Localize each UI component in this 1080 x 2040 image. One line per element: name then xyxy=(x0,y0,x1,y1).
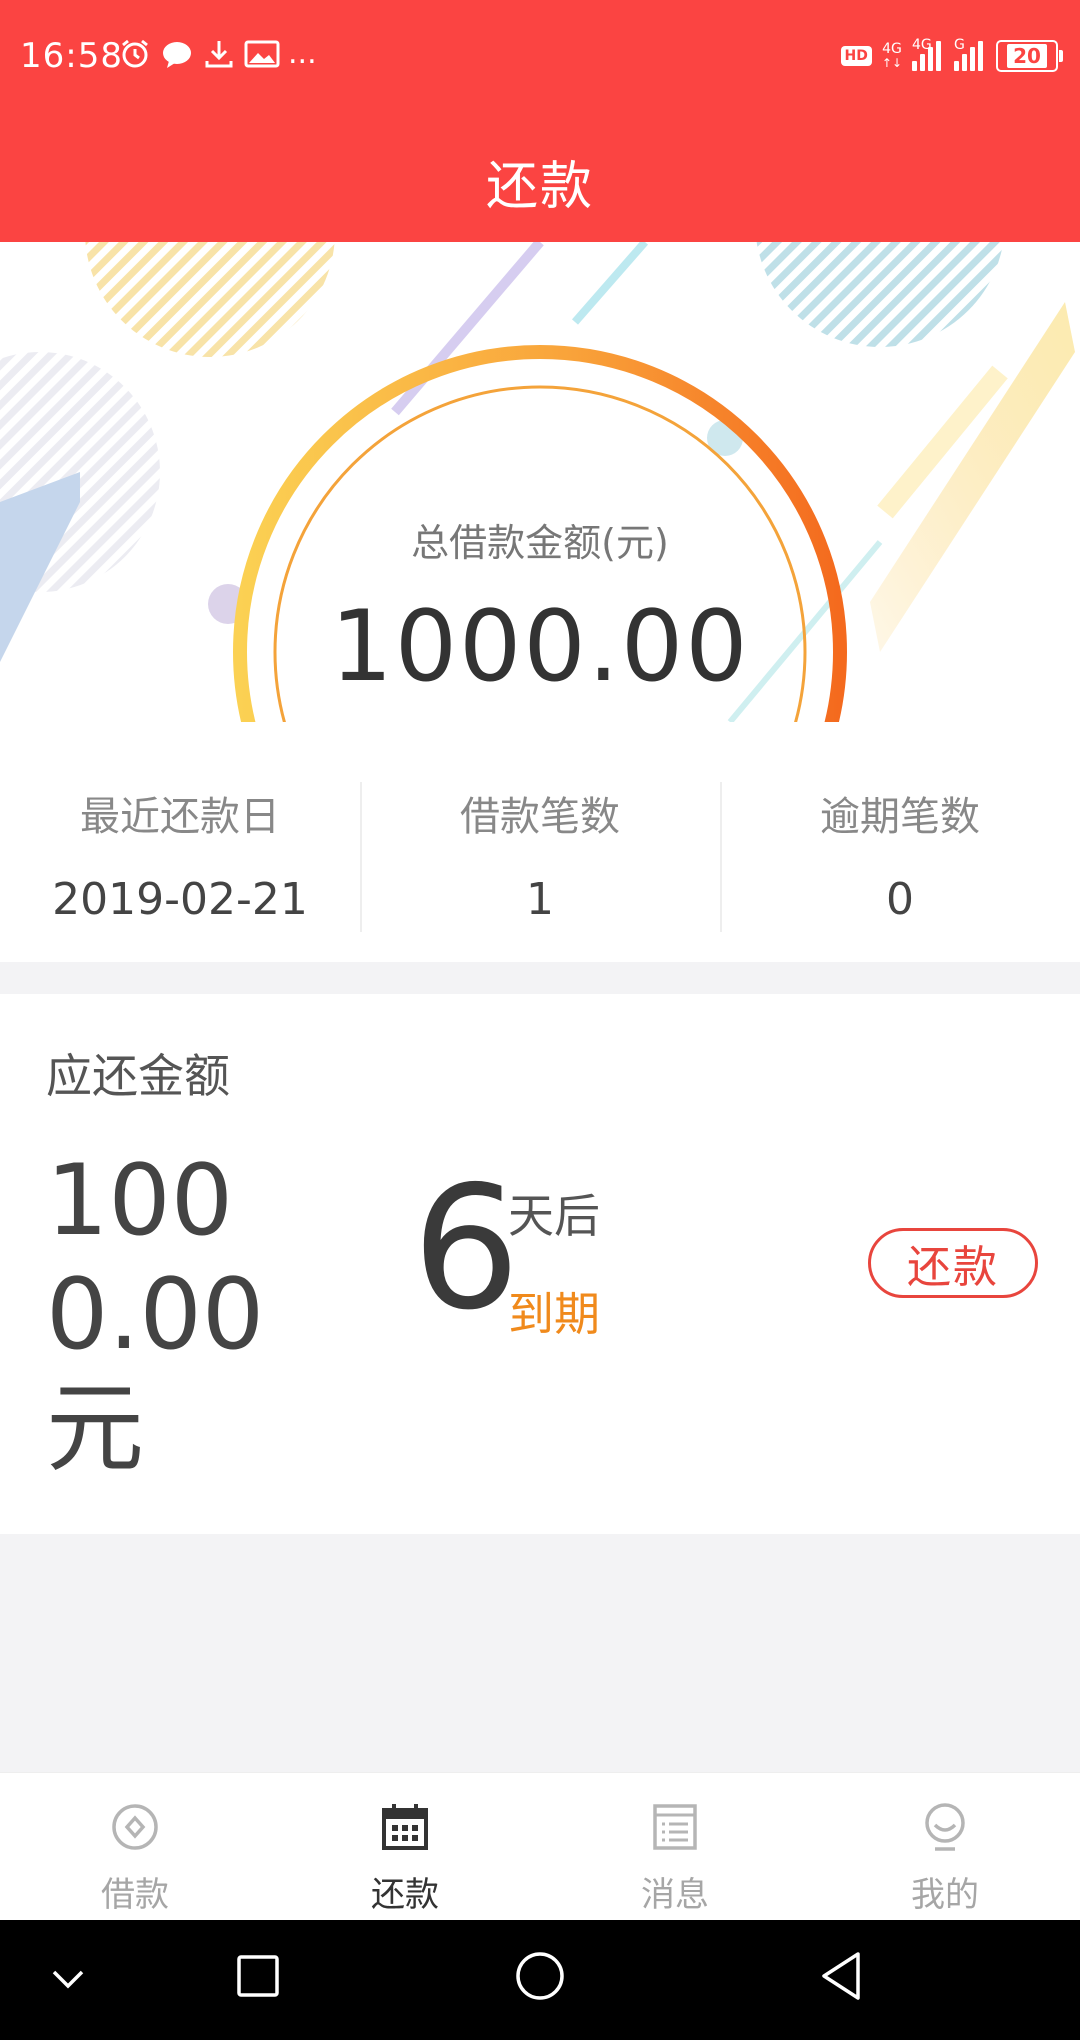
signal-icon-1: 4G xyxy=(912,37,944,71)
signal-icon-2: G xyxy=(954,37,986,71)
system-icons: HD 4G ↑↓ 4G G 20 xyxy=(840,37,1063,72)
tab-label: 借款 xyxy=(101,1875,169,1915)
stat-value: 0 xyxy=(886,874,914,925)
total-loan-amount: 1000.00 xyxy=(330,590,750,704)
due-days-count: 6 xyxy=(412,1150,521,1348)
total-loan-label: 总借款金额(元) xyxy=(411,521,669,565)
stat-value: 2019-02-21 xyxy=(52,874,308,925)
back-icon[interactable] xyxy=(818,1950,864,2002)
repay-button[interactable]: 还款 xyxy=(868,1228,1038,1298)
due-title: 应还金额 xyxy=(46,1049,230,1103)
status-bar: 16:58 ... HD 4G ↑↓ 4G G 20 xyxy=(0,0,1080,120)
page-title: 还款 xyxy=(485,156,594,217)
home-icon[interactable] xyxy=(514,1950,566,2002)
bottom-tab-bar: 借款 还款 消息 我的 xyxy=(0,1772,1080,1921)
stat-label: 最近还款日 xyxy=(80,794,280,840)
tab-label: 消息 xyxy=(641,1875,709,1915)
loan-stats: 最近还款日 2019-02-21 借款笔数 1 逾期笔数 0 xyxy=(0,722,1080,962)
status-time: 16:58 xyxy=(20,36,123,76)
due-days-after-label: 天后 xyxy=(508,1189,600,1243)
image-icon xyxy=(244,40,280,67)
stat-loan-count: 借款笔数 1 xyxy=(360,722,720,962)
coin-icon xyxy=(112,1804,158,1850)
stat-overdue-count: 逾期笔数 0 xyxy=(720,722,1080,962)
battery-level: 20 xyxy=(1007,44,1047,68)
tab-repay[interactable]: 还款 xyxy=(270,1773,540,1921)
app-header: 还款 xyxy=(0,120,1080,242)
hd-icon: HD xyxy=(840,46,872,66)
due-expire-label: 到期 xyxy=(508,1287,600,1341)
total-loan-hero: 总借款金额(元) 1000.00 xyxy=(0,242,1080,722)
download-icon xyxy=(205,40,233,67)
stat-label: 逾期笔数 xyxy=(820,794,980,840)
network-4g-icon: 4G ↑↓ xyxy=(881,41,902,70)
tab-label: 我的 xyxy=(911,1875,979,1915)
due-amount-card: 应还金额 1000.00元 6 天后 到期 还款 xyxy=(0,994,1080,1534)
recent-apps-icon[interactable] xyxy=(236,1954,280,1998)
tab-messages[interactable]: 消息 xyxy=(540,1773,810,1921)
message-list-icon xyxy=(653,1804,697,1850)
calendar-icon xyxy=(382,1804,428,1850)
alarm-icon xyxy=(122,39,148,67)
due-amount: 1000.00元 xyxy=(46,1144,265,1486)
chevron-down-icon[interactable] xyxy=(48,1964,88,1994)
tab-borrow[interactable]: 借款 xyxy=(0,1773,270,1921)
stat-recent-repay-date: 最近还款日 2019-02-21 xyxy=(0,722,360,962)
chat-bubble-icon xyxy=(163,41,191,68)
tab-label: 还款 xyxy=(371,1875,439,1915)
android-nav-bar xyxy=(0,1920,1080,2040)
more-notifications: ... xyxy=(288,36,317,71)
notification-icons: ... xyxy=(118,36,317,71)
profile-icon xyxy=(925,1803,965,1851)
stat-value: 1 xyxy=(526,874,554,925)
battery-icon: 20 xyxy=(996,40,1063,72)
tab-mine[interactable]: 我的 xyxy=(810,1773,1080,1921)
stat-label: 借款笔数 xyxy=(460,794,620,840)
